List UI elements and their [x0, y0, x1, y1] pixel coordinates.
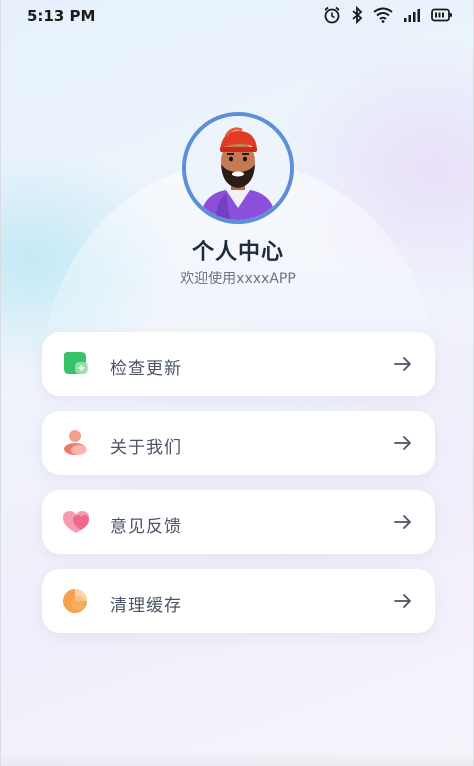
status-bar: 5:13 PM — [1, 0, 473, 34]
avatar[interactable] — [182, 112, 294, 224]
bluetooth-icon — [351, 6, 363, 24]
bottom-bar — [1, 752, 473, 766]
welcome-subtitle: 欢迎使用xxxxAPP — [180, 271, 296, 287]
clear-cache-icon — [61, 587, 91, 615]
app-screen: 5:13 PM 个人中心 欢迎使用xxxxAPP 检查更新 关于我们 意见反馈 … — [0, 0, 474, 766]
arrow-right-icon — [393, 354, 413, 374]
about-icon — [61, 429, 91, 457]
menu-item-check-update[interactable]: 检查更新 — [42, 332, 435, 396]
status-icons — [323, 6, 453, 24]
menu-item-label: 检查更新 — [110, 359, 182, 379]
menu-item-feedback[interactable]: 意见反馈 — [42, 490, 435, 554]
menu-item-clear-cache[interactable]: 清理缓存 — [42, 569, 435, 633]
arrow-right-icon — [393, 591, 413, 611]
menu-item-label: 意见反馈 — [110, 517, 182, 537]
page-title: 个人中心 — [191, 240, 284, 265]
status-time: 5:13 PM — [27, 7, 96, 25]
battery-icon — [431, 8, 453, 22]
arrow-right-icon — [393, 512, 413, 532]
wifi-icon — [373, 7, 393, 23]
avatar-illustration — [186, 116, 290, 220]
alarm-icon — [323, 6, 341, 24]
menu-item-label: 关于我们 — [110, 438, 182, 458]
arrow-right-icon — [393, 433, 413, 453]
menu-item-label: 清理缓存 — [110, 596, 182, 616]
update-icon — [61, 350, 91, 378]
feedback-icon — [61, 508, 91, 536]
signal-icon — [403, 7, 421, 23]
menu-item-about-us[interactable]: 关于我们 — [42, 411, 435, 475]
settings-menu: 检查更新 关于我们 意见反馈 清理缓存 — [42, 332, 435, 648]
